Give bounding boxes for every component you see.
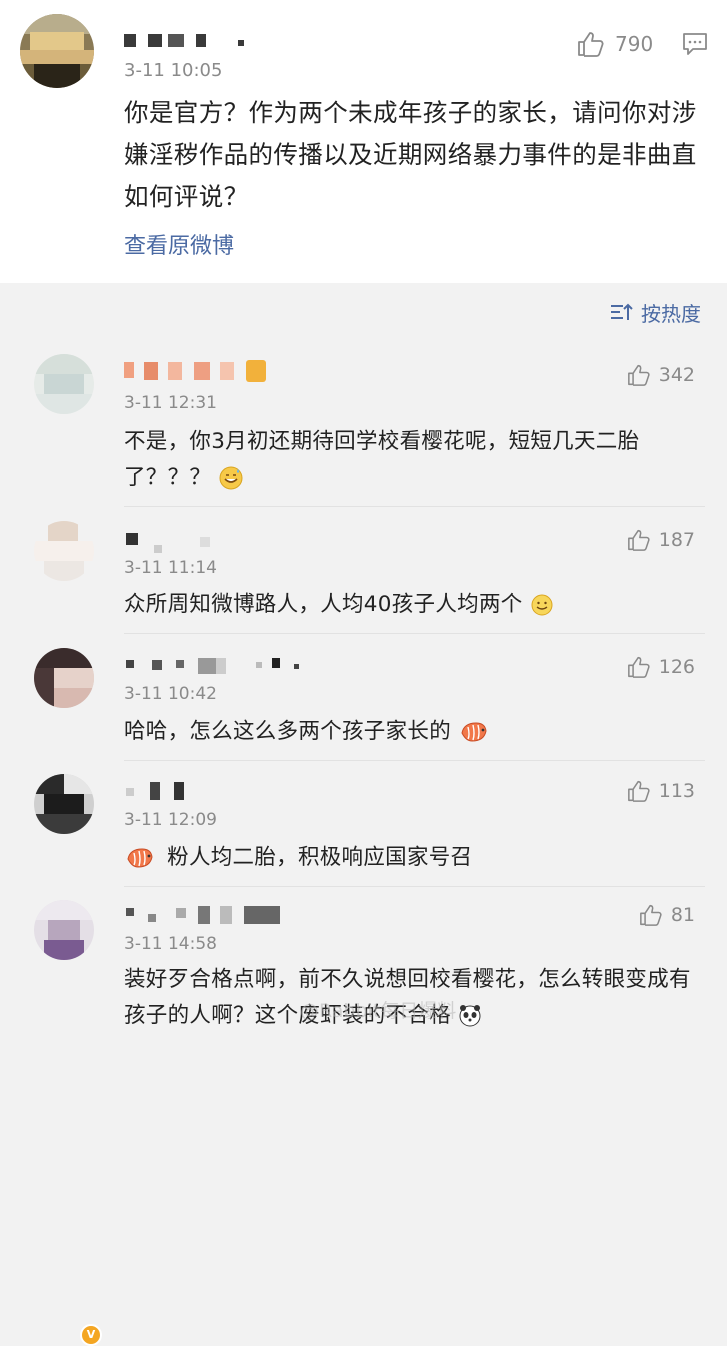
comment-text-content: 众所周知微博路人，人均40孩子人均两个 (124, 592, 523, 617)
comment-avatar[interactable] (34, 354, 94, 414)
comment-text: 哈哈，怎么这么多两个孩子家长的 (124, 714, 704, 750)
comment-username[interactable] (124, 782, 324, 802)
main-post-like-button[interactable]: 790 (577, 30, 653, 58)
comment-like-count: 113 (658, 780, 695, 802)
comment-avatar[interactable] (34, 648, 94, 708)
thumbs-up-icon (627, 780, 650, 802)
sort-icon (611, 303, 633, 320)
shrimp-emoji (127, 848, 153, 868)
comment-avatar[interactable] (34, 521, 94, 581)
comment-text-content: 粉人均二胎，积极响应国家号召 (167, 845, 473, 870)
comment-text: 粉人均二胎，积极响应国家号召 (124, 840, 704, 876)
comment-like-count: 187 (658, 529, 695, 551)
comment-avatar[interactable] (34, 900, 94, 960)
comment-like-button[interactable]: 126 (627, 656, 695, 678)
shrimp-emoji (461, 722, 487, 742)
comment-username[interactable] (124, 906, 324, 926)
comment-like-button[interactable]: 342 (627, 364, 695, 386)
thumbs-up-icon (627, 656, 650, 678)
comment-text: 不是，你3月初还期待回学校看樱花呢，短短几天二胎了？？？ (124, 424, 704, 496)
comment-username[interactable] (124, 360, 324, 382)
comment-text-content: 不是，你3月初还期待回学校看樱花呢，短短几天二胎了？？？ (124, 429, 640, 490)
comment-like-button[interactable]: 187 (627, 529, 695, 551)
thumbs-up-icon (578, 32, 604, 57)
comment-username[interactable] (124, 531, 324, 553)
main-post-like-count: 790 (615, 32, 654, 56)
comment-time: 3-11 12:31 (124, 393, 217, 413)
comment-username[interactable] (124, 658, 324, 678)
comment-like-count: 342 (658, 364, 695, 386)
main-post-username[interactable] (124, 30, 264, 52)
panda-emoji (459, 1005, 481, 1027)
comment-time: 3-11 11:14 (124, 558, 217, 578)
comment-like-button[interactable]: 113 (627, 780, 695, 802)
sort-by-hot-button[interactable]: 按热度 (609, 297, 701, 327)
comment-like-button[interactable]: 81 (639, 904, 695, 926)
sweat-smile-emoji (219, 466, 243, 490)
main-post-time: 3-11 10:05 (124, 60, 223, 81)
comment-item: V 3-11 10:42 126 哈哈，怎么这么多两个孩子家长的 (0, 634, 727, 1346)
comment-like-count: 81 (670, 904, 695, 926)
thumbs-up-icon (627, 364, 650, 386)
comment-time: 3-11 12:09 (124, 810, 217, 830)
main-post-text: 你是官方？作为两个未成年孩子的家长，请问你对涉嫌淫秽作品的传播以及近期网络暴力事… (124, 98, 697, 211)
comment-text-content: 哈哈，怎么这么多两个孩子家长的 (124, 719, 452, 744)
view-original-link[interactable]: 查看原微博 (124, 228, 234, 260)
comment-text: 众所周知微博路人，人均40孩子人均两个 (124, 587, 704, 623)
comment-icon[interactable] (682, 32, 708, 60)
comment-item: 3-11 12:09 113 粉人均二胎，积极响应国家号召 (0, 760, 727, 887)
comment-time: 3-11 10:42 (124, 684, 217, 704)
thumbs-up-icon (627, 529, 650, 551)
verified-badge-icon: V (80, 1324, 102, 1346)
comment-item: 3-11 11:14 187 众所周知微博路人，人均40孩子人均两个 (0, 507, 727, 634)
main-post: 3-11 10:05 790 你是官方？作为两个未成年孩子的家长，请问你对涉嫌淫… (0, 0, 727, 283)
comment-like-count: 126 (658, 656, 695, 678)
main-post-avatar[interactable] (20, 14, 94, 88)
watermark: @Rabbit每日爆料 (300, 1000, 457, 1022)
comment-time: 3-11 14:58 (124, 934, 217, 954)
comment-avatar[interactable] (34, 774, 94, 834)
smile-emoji (531, 594, 553, 616)
sort-label: 按热度 (641, 301, 701, 326)
thumbs-up-icon (639, 904, 662, 926)
comment-item: 3-11 12:31 342 不是，你3月初还期待回学校看樱花呢，短短几天二胎了… (0, 340, 727, 507)
